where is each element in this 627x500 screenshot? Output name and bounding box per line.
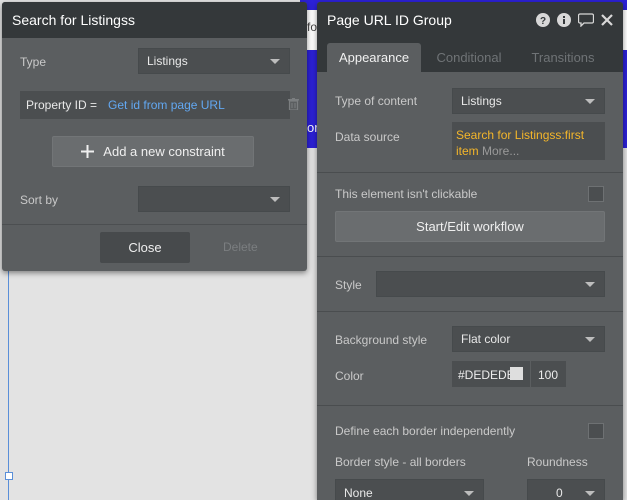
color-opacity-value[interactable]: 100 [538, 368, 558, 382]
start-edit-workflow-button[interactable]: Start/Edit workflow [335, 211, 605, 242]
constraint-row[interactable]: Property ID = Get id from page URL [20, 91, 290, 119]
info-icon[interactable] [557, 13, 571, 27]
content-type-value: Listings [461, 94, 502, 108]
close-button[interactable]: Close [100, 232, 190, 263]
property-editor-panel: Page URL ID Group ? Appearance Condition… [317, 2, 623, 500]
chevron-down-icon [585, 99, 595, 104]
trash-icon[interactable] [288, 98, 299, 110]
svg-text:?: ? [540, 16, 546, 27]
type-dropdown[interactable]: Listings [138, 48, 290, 74]
tab-transitions-label: Transitions [531, 50, 595, 65]
chevron-down-icon [270, 197, 280, 202]
property-panel-header[interactable]: Page URL ID Group ? [317, 2, 623, 38]
header-icons: ? [536, 13, 613, 27]
comment-icon[interactable] [578, 13, 594, 27]
tab-transitions[interactable]: Transitions [521, 43, 605, 72]
background-style-value: Flat color [461, 332, 511, 346]
section-divider [317, 405, 623, 406]
section-divider [317, 256, 623, 257]
data-source-more-link[interactable]: More... [482, 144, 519, 158]
data-source-expression[interactable]: Search for Listingss:first item More... [452, 122, 605, 160]
background-style-dropdown[interactable]: Flat color [452, 326, 605, 352]
section-divider [317, 172, 623, 173]
roundness-value: 0 [556, 486, 563, 500]
color-label: Color [335, 369, 364, 383]
content-type-label: Type of content [335, 94, 418, 108]
background-style-label: Background style [335, 333, 428, 347]
border-independent-label: Define each border independently [335, 424, 516, 438]
search-panel-header[interactable]: Search for Listingss [2, 2, 307, 38]
content-type-dropdown[interactable]: Listings [452, 88, 605, 114]
help-icon[interactable]: ? [536, 13, 550, 27]
plus-icon [81, 145, 95, 158]
border-style-value: None [344, 486, 373, 500]
not-clickable-checkbox[interactable] [588, 186, 604, 202]
roundness-label: Roundness [527, 455, 588, 469]
type-dropdown-value: Listings [147, 54, 188, 68]
tab-conditional[interactable]: Conditional [427, 43, 511, 72]
search-editor-panel: Search for Listingss Type Listings Prope… [2, 2, 307, 271]
property-panel-title: Page URL ID Group [327, 12, 452, 28]
canvas-text-fragment: fo [307, 20, 318, 34]
border-style-label: Border style - all borders [335, 455, 466, 469]
close-button-label: Close [128, 240, 162, 255]
tab-appearance[interactable]: Appearance [327, 43, 421, 72]
close-icon[interactable] [601, 14, 613, 26]
constraint-value[interactable]: Get id from page URL [108, 98, 225, 112]
color-hex-value[interactable]: #DEDEDE [458, 368, 515, 382]
add-constraint-label: Add a new constraint [103, 144, 225, 159]
panel-footer-divider [2, 224, 307, 225]
tab-appearance-label: Appearance [338, 50, 410, 65]
color-swatch[interactable] [510, 367, 523, 380]
style-label: Style [335, 278, 362, 292]
add-constraint-button[interactable]: Add a new constraint [52, 136, 254, 167]
roundness-input[interactable]: 0 [527, 479, 605, 500]
tab-conditional-label: Conditional [436, 50, 502, 65]
selection-resize-handle[interactable] [5, 472, 13, 480]
chevron-down-icon [585, 282, 595, 287]
chevron-down-icon [585, 337, 595, 342]
delete-button[interactable]: Delete [223, 240, 258, 254]
data-source-expression-text[interactable]: Search for Listingss:first item [456, 128, 584, 158]
clickable-label: This element isn't clickable [335, 187, 478, 201]
data-source-label: Data source [335, 130, 400, 144]
type-label: Type [20, 55, 47, 69]
sort-by-label: Sort by [20, 193, 59, 207]
color-picker[interactable]: #DEDEDE 100 [452, 361, 566, 387]
sort-by-dropdown[interactable] [138, 186, 290, 212]
border-independent-checkbox[interactable] [588, 423, 604, 439]
color-box-divider [530, 361, 531, 387]
chevron-down-icon [464, 491, 474, 496]
workflow-button-label: Start/Edit workflow [416, 219, 524, 234]
search-panel-title: Search for Listingss [12, 12, 135, 28]
border-style-dropdown[interactable]: None [335, 479, 484, 500]
style-dropdown[interactable] [376, 271, 605, 297]
constraint-key[interactable]: Property ID = [26, 98, 97, 112]
selection-outline [8, 270, 9, 500]
property-tabs: Appearance Conditional Transitions [317, 38, 623, 72]
chevron-down-icon [270, 59, 280, 64]
section-divider [317, 311, 623, 312]
chevron-down-icon [585, 491, 595, 496]
